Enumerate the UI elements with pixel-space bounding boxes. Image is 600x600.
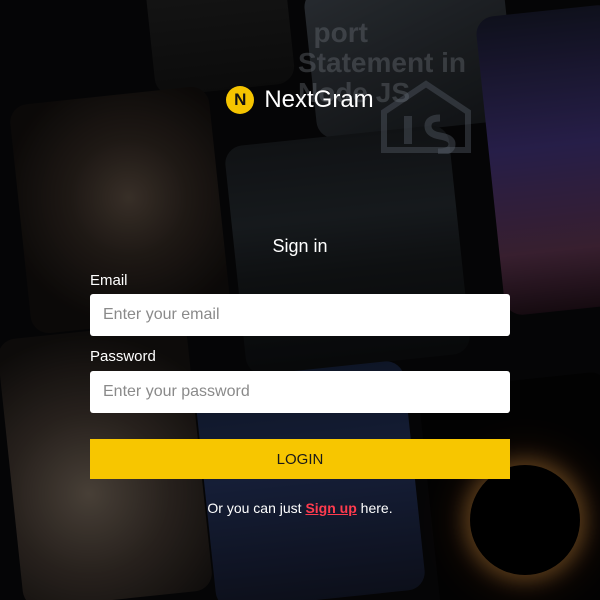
brand-header: N NextGram [0, 86, 600, 114]
signup-link[interactable]: Sign up [305, 500, 356, 516]
signup-prefix: Or you can just [207, 500, 306, 516]
email-field[interactable] [90, 294, 510, 336]
nextgram-logo-icon: N [226, 86, 255, 114]
brand-name: NextGram [264, 86, 374, 113]
signup-prompt: Or you can just Sign up here. [0, 500, 600, 516]
signup-suffix: here. [356, 500, 393, 516]
login-button[interactable]: LOGIN [90, 439, 510, 479]
page-title: Sign in [272, 236, 328, 256]
password-field[interactable] [90, 371, 510, 413]
login-page: port Statement in Node JS N NextGram Sig… [0, 0, 600, 600]
email-label: Email [90, 272, 128, 289]
password-label: Password [90, 348, 156, 365]
